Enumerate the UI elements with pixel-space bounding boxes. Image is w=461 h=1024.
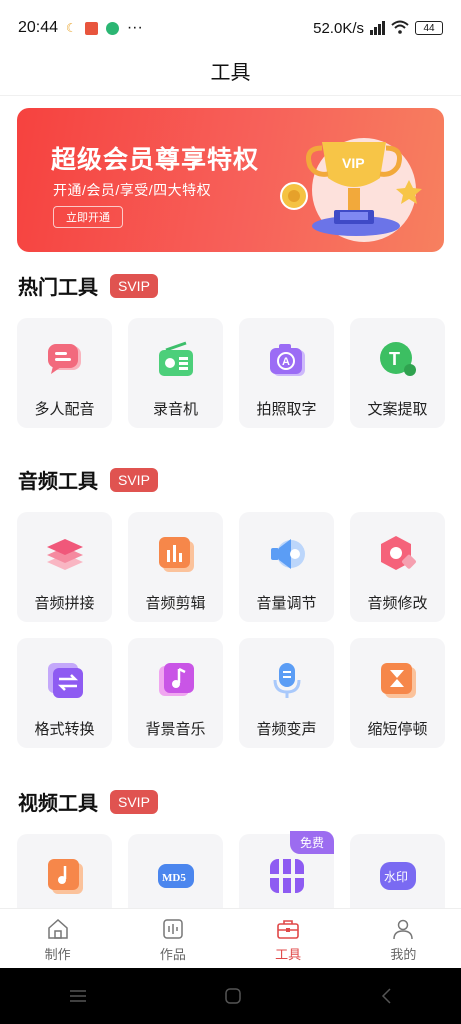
svg-text:A: A [282,356,290,368]
home-button-icon[interactable] [224,987,242,1005]
camera-text-icon: A [269,344,305,376]
wifi-icon [391,20,409,37]
nav-label: 我的 [390,947,417,962]
banner-subtitle: 开通/会员/享受/四大特权 [53,182,212,198]
grid-icon [269,859,304,893]
tool-label: 音频变声 [256,721,317,738]
nav-make[interactable]: 制作 [0,909,115,968]
page-title: 工具 [210,62,251,84]
profile-icon [393,919,414,940]
free-badge: 免费 [289,831,334,854]
works-icon [163,919,183,939]
tool-label: 背景音乐 [145,721,206,738]
status-time: 20:44 [18,19,59,36]
text-extract-icon: T [379,342,416,376]
more-dots-icon: ··· [126,19,143,36]
tool-label: 拍照取字 [256,401,317,418]
md5-icon-text: MD5 [162,872,186,884]
tool-format-convert[interactable]: 格式转换 [17,638,112,748]
convert-icon [47,663,83,698]
nav-label: 工具 [275,947,302,962]
shield-icon [105,21,119,35]
chat-bubble-icon [47,344,81,374]
home-icon [47,918,68,939]
layers-icon [46,539,83,570]
hexagon-edit-icon [380,536,416,570]
tool-label: 音频剪辑 [145,595,206,612]
tool-photo-text[interactable]: A 拍照取字 [239,318,334,428]
tool-label: 格式转换 [34,721,95,738]
moon-icon: ☾ [66,21,77,35]
tool-audio-join[interactable]: 音频拼接 [17,512,112,622]
tool-voice-change[interactable]: 音频变声 [239,638,334,748]
speaker-icon [270,539,305,569]
battery-icon: 44 [415,21,443,35]
section-title-text: 音频工具 [18,471,98,493]
tool-background-music[interactable]: 背景音乐 [128,638,223,748]
net-speed: 52.0K/s [313,19,364,37]
status-right: 52.0K/s 44 [313,20,443,37]
radio-icon [158,341,193,376]
nav-tools[interactable]: 工具 [231,909,346,968]
svip-badge: SVIP [110,273,158,298]
hot-tools-grid: 多人配音 录音机 A 拍照取字 T 文案提取 [17,318,445,428]
menu-icon[interactable] [68,988,88,1004]
banner-open-button[interactable]: 立即开通 [53,206,123,228]
watermark-icon-text: 水印 [384,870,408,884]
music-note-icon [158,663,194,696]
section-title-text: 视频工具 [18,793,98,815]
back-icon[interactable] [379,987,393,1005]
tool-audio-modify[interactable]: 音频修改 [350,512,445,622]
signal-icon [370,21,385,35]
tool-label: 音频拼接 [34,595,95,612]
tool-shorten-pause[interactable]: 缩短停顿 [350,638,445,748]
watermark-icon: 水印 [379,862,416,890]
svg-text:T: T [389,349,400,369]
trophy-vip-text: VIP [342,155,365,171]
tool-label: 缩短停顿 [367,721,428,738]
microphone-icon [273,663,300,698]
svip-badge: SVIP [110,789,158,814]
section-video-tools-title: 视频工具 SVIP [18,787,158,816]
bottom-nav: 制作 作品 工具 我的 [0,908,461,968]
md5-icon: MD5 [157,864,194,888]
tool-label: 文案提取 [367,401,428,418]
nav-label: 作品 [159,947,186,962]
audio-tools-grid: 音频拼接 音频剪辑 音量调节 音频修改 格式转换 背景音乐 音频变声 缩短停顿 [17,512,445,748]
banner-title: 超级会员尊享特权 [51,146,260,174]
toolbox-icon [277,920,299,939]
tool-label: 音量调节 [256,595,317,612]
tool-volume-adjust[interactable]: 音量调节 [239,512,334,622]
nav-label: 制作 [44,947,71,962]
tool-label: 多人配音 [34,401,95,418]
tool-label: 录音机 [152,401,198,418]
tool-audio-edit[interactable]: 音频剪辑 [128,512,223,622]
video-music-icon [47,859,83,894]
section-title-text: 热门工具 [18,277,98,299]
audio-bars-icon [158,537,194,572]
system-nav-bar [0,968,461,1024]
section-audio-tools-title: 音频工具 SVIP [18,465,158,494]
tool-label: 音频修改 [367,595,428,612]
trophy-illustration: VIP [280,138,422,242]
hourglass-icon [380,663,416,698]
page-title-bar: 工具 [0,46,461,96]
tool-text-extract[interactable]: T 文案提取 [350,318,445,428]
svip-badge: SVIP [110,467,158,492]
tool-recorder[interactable]: 录音机 [128,318,223,428]
tool-multi-dubbing[interactable]: 多人配音 [17,318,112,428]
nav-works[interactable]: 作品 [115,909,230,968]
section-hot-tools-title: 热门工具 SVIP [18,271,158,300]
vip-banner[interactable]: 超级会员尊享特权 开通/会员/享受/四大特权 立即开通 VIP [17,108,444,252]
app-notification-icon [84,21,98,35]
nav-profile[interactable]: 我的 [346,909,461,968]
